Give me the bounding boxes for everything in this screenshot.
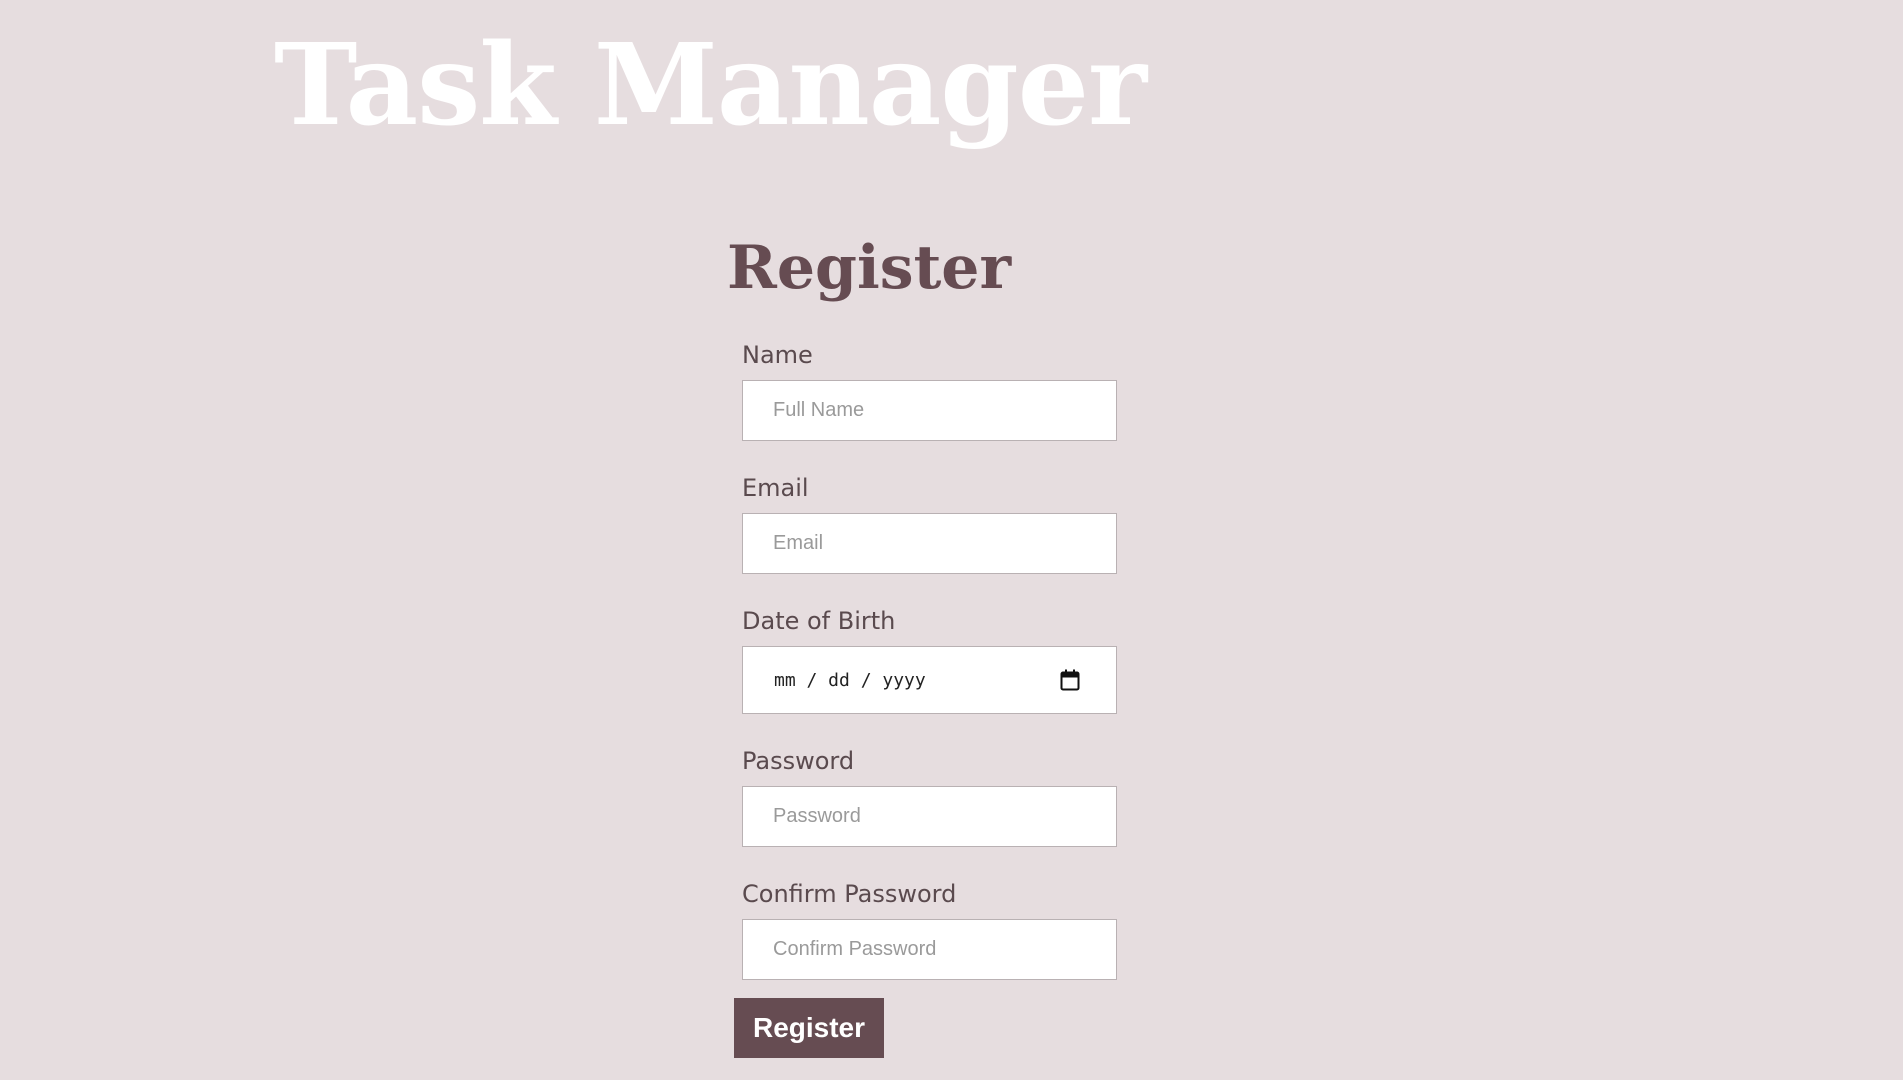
name-field-group: Name [742,336,1117,441]
dob-placeholder: mm / dd / yyyy [774,670,926,691]
register-form: Name Email Date of Birth mm / dd / yyyy … [734,336,1117,1058]
email-label: Email [742,474,809,502]
password-label: Password [742,747,855,775]
name-input[interactable] [742,380,1117,441]
dob-input[interactable]: mm / dd / yyyy [742,646,1117,714]
dob-field-group: Date of Birth mm / dd / yyyy [742,602,1117,714]
name-label: Name [742,341,813,369]
form-title: Register [727,233,1012,303]
dob-label: Date of Birth [742,607,896,635]
password-field-group: Password [742,742,1117,847]
email-input[interactable] [742,513,1117,574]
calendar-icon[interactable] [1060,669,1080,691]
register-button[interactable]: Register [734,998,884,1058]
password-input[interactable] [742,786,1117,847]
app-title: Task Manager [274,20,1147,151]
email-field-group: Email [742,469,1117,574]
confirm-password-input[interactable] [742,919,1117,980]
confirm-password-label: Confirm Password [742,880,957,908]
confirm-password-field-group: Confirm Password [742,875,1117,980]
